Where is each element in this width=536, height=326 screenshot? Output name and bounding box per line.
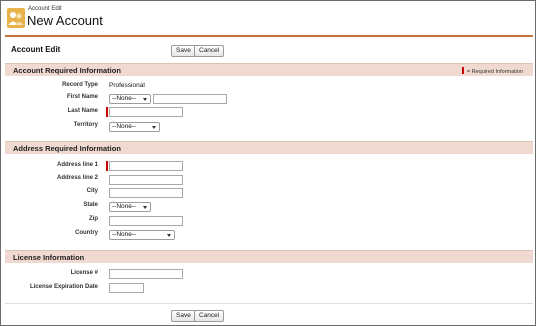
state-select-value: --None-- <box>112 203 137 210</box>
required-legend: = Required Information <box>461 67 523 75</box>
record-type-value: Professional <box>109 82 145 89</box>
section-title: License Information <box>13 253 85 262</box>
section-address-required: Address Required Information <box>5 141 533 154</box>
section-license: License Information <box>5 250 533 263</box>
salutation-select-value: --None-- <box>112 95 137 102</box>
window-frame: Account Edit New Account Account Edit Sa… <box>0 0 536 326</box>
territory-select-value: --None-- <box>112 123 137 130</box>
required-marker-icon <box>106 107 108 117</box>
address1-input[interactable] <box>109 161 183 171</box>
zip-label: Zip <box>89 216 98 222</box>
chevron-down-icon <box>152 126 156 129</box>
city-label: City <box>86 188 98 194</box>
account-people-icon <box>7 8 25 28</box>
license-number-label: License # <box>70 270 98 276</box>
last-name-input[interactable] <box>109 107 183 117</box>
last-name-label: Last Name <box>67 108 98 114</box>
save-button-top[interactable]: Save <box>171 45 196 57</box>
section-title: Address Required Information <box>13 144 121 153</box>
record-type-label: Record Type <box>62 82 98 88</box>
breadcrumb: Account Edit <box>28 6 62 12</box>
state-label: State <box>83 202 98 208</box>
footer-divider <box>5 303 533 304</box>
edit-panel-body: Account Edit Save Cancel Account Require… <box>5 37 533 323</box>
cancel-button-bottom[interactable]: Cancel <box>194 310 225 322</box>
required-marker-icon <box>461 67 464 74</box>
page-title: New Account <box>27 13 103 28</box>
license-number-input[interactable] <box>109 269 183 279</box>
country-label: Country <box>75 230 98 236</box>
address2-label: Address line 2 <box>56 175 98 181</box>
territory-label: Territory <box>73 122 98 128</box>
country-select[interactable]: --None-- <box>109 230 175 240</box>
address1-label: Address line 1 <box>56 162 98 168</box>
edit-panel: Account Edit Save Cancel Account Require… <box>5 35 533 323</box>
cancel-button-top[interactable]: Cancel <box>194 45 225 57</box>
license-expiration-label: License Expiration Date <box>29 284 98 290</box>
zip-input[interactable] <box>109 216 183 226</box>
state-select[interactable]: --None-- <box>109 202 151 212</box>
section-account-required: Account Required Information = Required … <box>5 63 533 76</box>
country-select-value: --None-- <box>112 231 137 238</box>
chevron-down-icon <box>143 206 147 209</box>
territory-select[interactable]: --None-- <box>109 122 160 132</box>
chevron-down-icon <box>167 234 171 237</box>
save-button-bottom[interactable]: Save <box>171 310 196 322</box>
first-name-label: First Name <box>66 94 98 100</box>
required-legend-text: = Required Information <box>466 69 523 75</box>
address2-input[interactable] <box>109 175 183 185</box>
chevron-down-icon <box>143 98 147 101</box>
license-expiration-input[interactable] <box>109 283 144 293</box>
salutation-select[interactable]: --None-- <box>109 94 151 104</box>
section-title: Account Required Information <box>13 66 121 75</box>
page-header: Account Edit New Account <box>7 6 307 32</box>
city-input[interactable] <box>109 188 183 198</box>
edit-title: Account Edit <box>11 45 61 54</box>
first-name-input[interactable] <box>153 94 227 104</box>
required-marker-icon <box>106 161 108 171</box>
